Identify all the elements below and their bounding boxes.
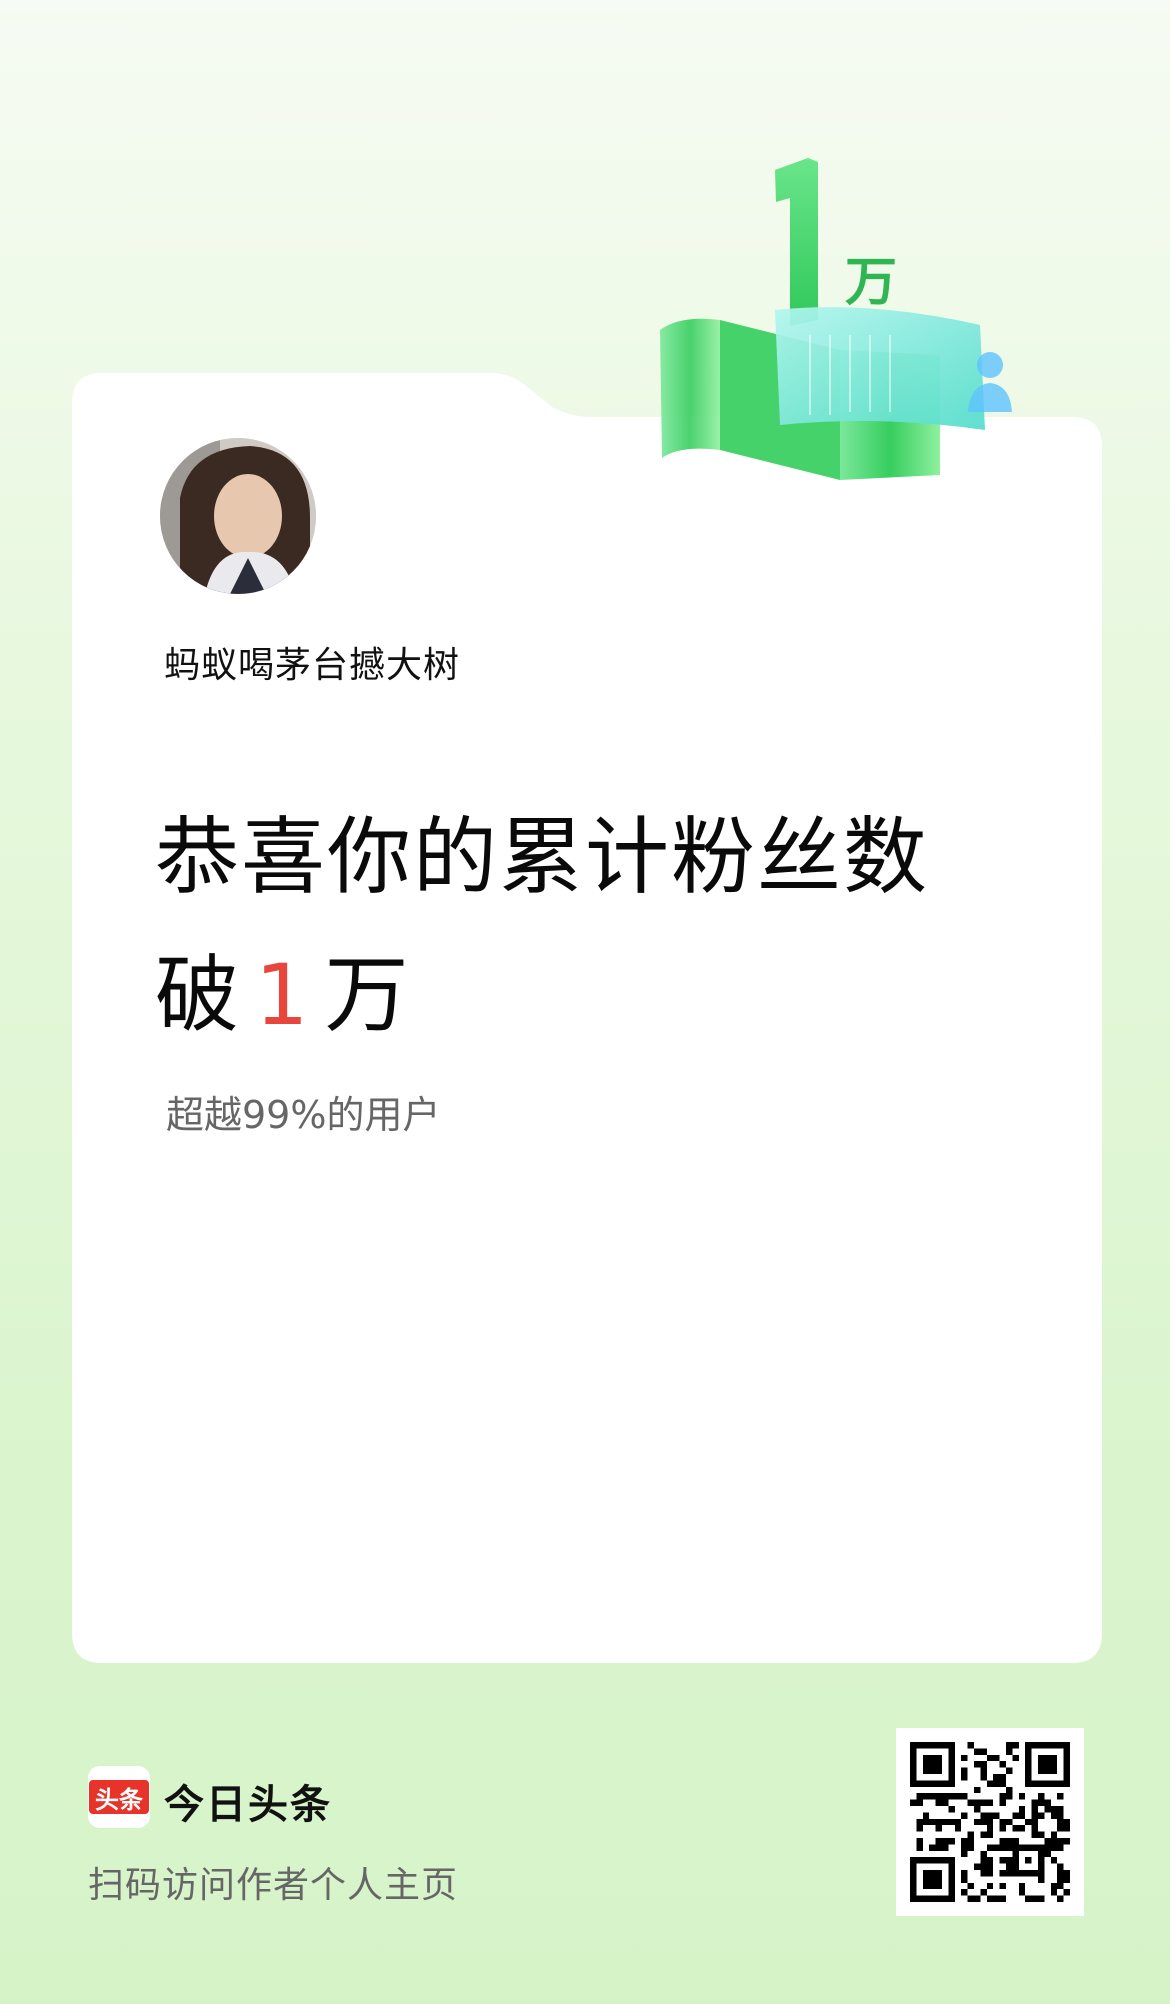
toutiao-logo: 头条 — [88, 1766, 150, 1828]
headline-number: 1 — [255, 946, 311, 1044]
headline-line1: 恭喜你的累计粉丝数 — [155, 808, 930, 906]
avatar — [160, 438, 316, 594]
percentile-text: 超越99%的用户 — [166, 1093, 441, 1137]
headline-suffix: 万 — [324, 946, 411, 1044]
scan-instruction: 扫码访问作者个人主页 — [88, 1865, 459, 1906]
badge-unit: 万 — [845, 253, 897, 313]
headline-prefix: 破 — [155, 946, 242, 1044]
username: 蚂蚁喝茅台撼大树 — [164, 645, 461, 686]
brand-name: 今日头条 — [164, 1782, 332, 1828]
headline-line2: 破1万 — [155, 928, 410, 1049]
qr-code[interactable] — [896, 1728, 1084, 1916]
logo-text: 头条 — [89, 1780, 149, 1814]
milestone-badge: 万 — [640, 150, 1020, 510]
